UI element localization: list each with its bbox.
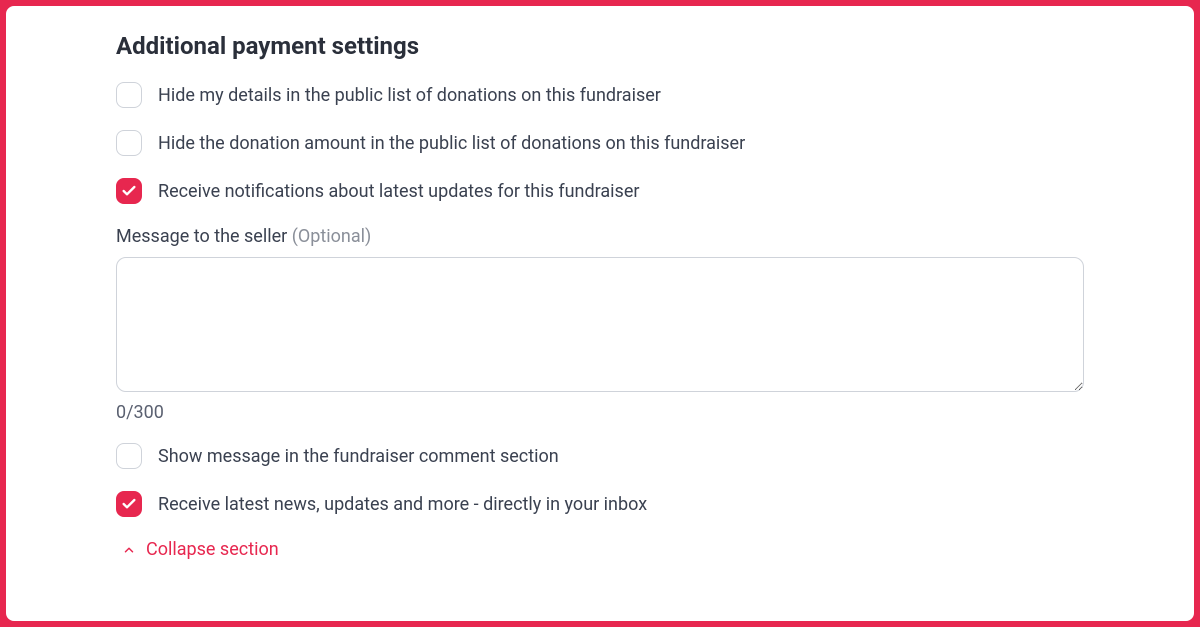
option-receive-updates-checkbox[interactable] [116, 178, 142, 204]
option-receive-updates-label[interactable]: Receive notifications about latest updat… [158, 181, 639, 202]
message-label-text: Message to the seller [116, 226, 292, 247]
chevron-up-icon [122, 543, 136, 557]
option-hide-details-label[interactable]: Hide my details in the public list of do… [158, 85, 661, 106]
collapse-section-link[interactable]: Collapse section [116, 539, 1084, 560]
option-receive-news-checkbox[interactable] [116, 491, 142, 517]
message-textarea[interactable] [116, 257, 1084, 392]
check-icon [121, 496, 137, 512]
collapse-section-label: Collapse section [146, 539, 279, 560]
option-hide-details-checkbox[interactable] [116, 82, 142, 108]
option-show-message-checkbox[interactable] [116, 443, 142, 469]
option-hide-amount-checkbox[interactable] [116, 130, 142, 156]
option-receive-updates-row: Receive notifications about latest updat… [116, 178, 1084, 204]
option-receive-news-row: Receive latest news, updates and more - … [116, 491, 1084, 517]
section-title: Additional payment settings [116, 32, 1084, 60]
option-show-message-row: Show message in the fundraiser comment s… [116, 443, 1084, 469]
option-receive-news-label[interactable]: Receive latest news, updates and more - … [158, 494, 647, 515]
message-label-optional: (Optional) [292, 226, 372, 247]
option-hide-amount-label[interactable]: Hide the donation amount in the public l… [158, 133, 745, 154]
message-label: Message to the seller (Optional) [116, 226, 1084, 247]
message-char-count: 0/300 [116, 402, 1084, 423]
payment-settings-panel: Additional payment settings Hide my deta… [6, 6, 1194, 621]
check-icon [121, 183, 137, 199]
option-show-message-label[interactable]: Show message in the fundraiser comment s… [158, 446, 559, 467]
option-hide-amount-row: Hide the donation amount in the public l… [116, 130, 1084, 156]
option-hide-details-row: Hide my details in the public list of do… [116, 82, 1084, 108]
